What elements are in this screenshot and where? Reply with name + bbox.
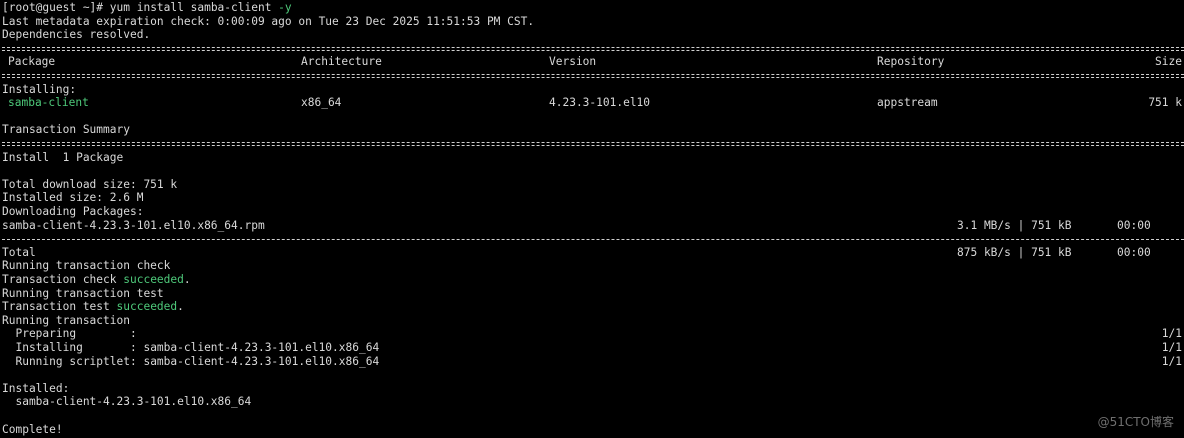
running-transaction: Running transaction [2,313,130,327]
installed-title: Installed: [2,381,70,395]
total-row: Total 875 kB/s | 751 kB 00:00 [2,246,1184,260]
check-result: Transaction check succeeded. [2,273,1184,287]
total-download-size: Total download size: 751 k [2,177,178,191]
downloading-packages: Downloading Packages: [2,205,144,218]
running-check: Running transaction check [2,259,171,273]
step-row: Preparing : 1/1 [2,327,1184,341]
installing-section-label: Installing: [2,82,77,96]
terminal-window[interactable]: [root@guest ~]# yum install samba-client… [0,0,1184,438]
watermark: @51CTO博客 [1097,415,1174,430]
separator-double [2,42,1184,56]
row-version: 4.23.3-101.el10 [549,96,651,110]
header-architecture: Architecture [301,55,382,69]
shell-prompt: [root@guest ~]# [2,1,110,14]
row-architecture: x86_64 [301,96,342,110]
download-row: samba-client-4.23.3-101.el10.x86_64.rpm … [2,219,1184,233]
download-rate: 3.1 MB/s | 751 kB [957,218,1072,232]
installed-package: samba-client-4.23.3-101.el10.x86_64 [2,395,252,409]
step-count: 1/1 [1161,327,1182,341]
check-period: . [183,273,191,286]
step-row: Installing : samba-client-4.23.3-101.el1… [2,341,1184,355]
test-result: Transaction test succeeded. [2,300,1184,314]
separator-double [2,69,1184,83]
running-test: Running transaction test [2,286,164,300]
complete-message: Complete! [2,422,63,436]
step-count: 1/1 [1161,354,1182,368]
step-package: samba-client-4.23.3-101.el10.x86_64 [143,354,380,368]
check-prefix: Transaction check [2,273,124,286]
step-label: Installing : [2,341,144,354]
check-status: succeeded [123,273,184,286]
header-repository: Repository [877,55,945,69]
command-flag: -y [271,1,292,14]
step-row: Running scriptlet: samba-client-4.23.3-1… [2,355,1184,369]
header-version: Version [549,55,597,69]
separator-double [2,137,1184,151]
install-count: Install 1 Package [2,150,124,164]
row-package: samba-client [8,96,89,110]
row-repository: appstream [877,96,938,110]
header-size: Size [1155,55,1182,69]
step-count: 1/1 [1161,341,1182,354]
total-label: Total [2,245,36,259]
command-text: yum install samba-client [109,1,272,14]
step-label: Preparing : [2,327,137,341]
table-header: Package Architecture Version Repository … [2,55,1184,69]
total-time: 00:00 [1117,245,1151,259]
transaction-summary-title: Transaction Summary [2,123,130,137]
table-row: samba-client x86_64 4.23.3-101.el10 apps… [2,96,1184,110]
separator-single [2,232,1184,246]
download-file: samba-client-4.23.3-101.el10.x86_64.rpm [2,218,265,232]
row-size: 751 k [1148,96,1182,110]
test-period: . [177,300,184,314]
header-package: Package [8,55,56,69]
test-status: succeeded [116,300,178,314]
total-rate: 875 kB/s | 751 kB [957,245,1072,259]
step-package: samba-client-4.23.3-101.el10.x86_64 [143,341,380,354]
command-line: [root@guest ~]# yum install samba-client… [2,1,1184,15]
installed-size: Installed size: 2.6 M [2,191,144,205]
metadata-line: Last metadata expiration check: 0:00:09 … [2,14,535,28]
test-prefix: Transaction test [2,300,117,314]
dependencies-line: Dependencies resolved. [2,28,151,42]
download-time: 00:00 [1117,218,1151,232]
step-label: Running scriptlet: [2,354,144,368]
